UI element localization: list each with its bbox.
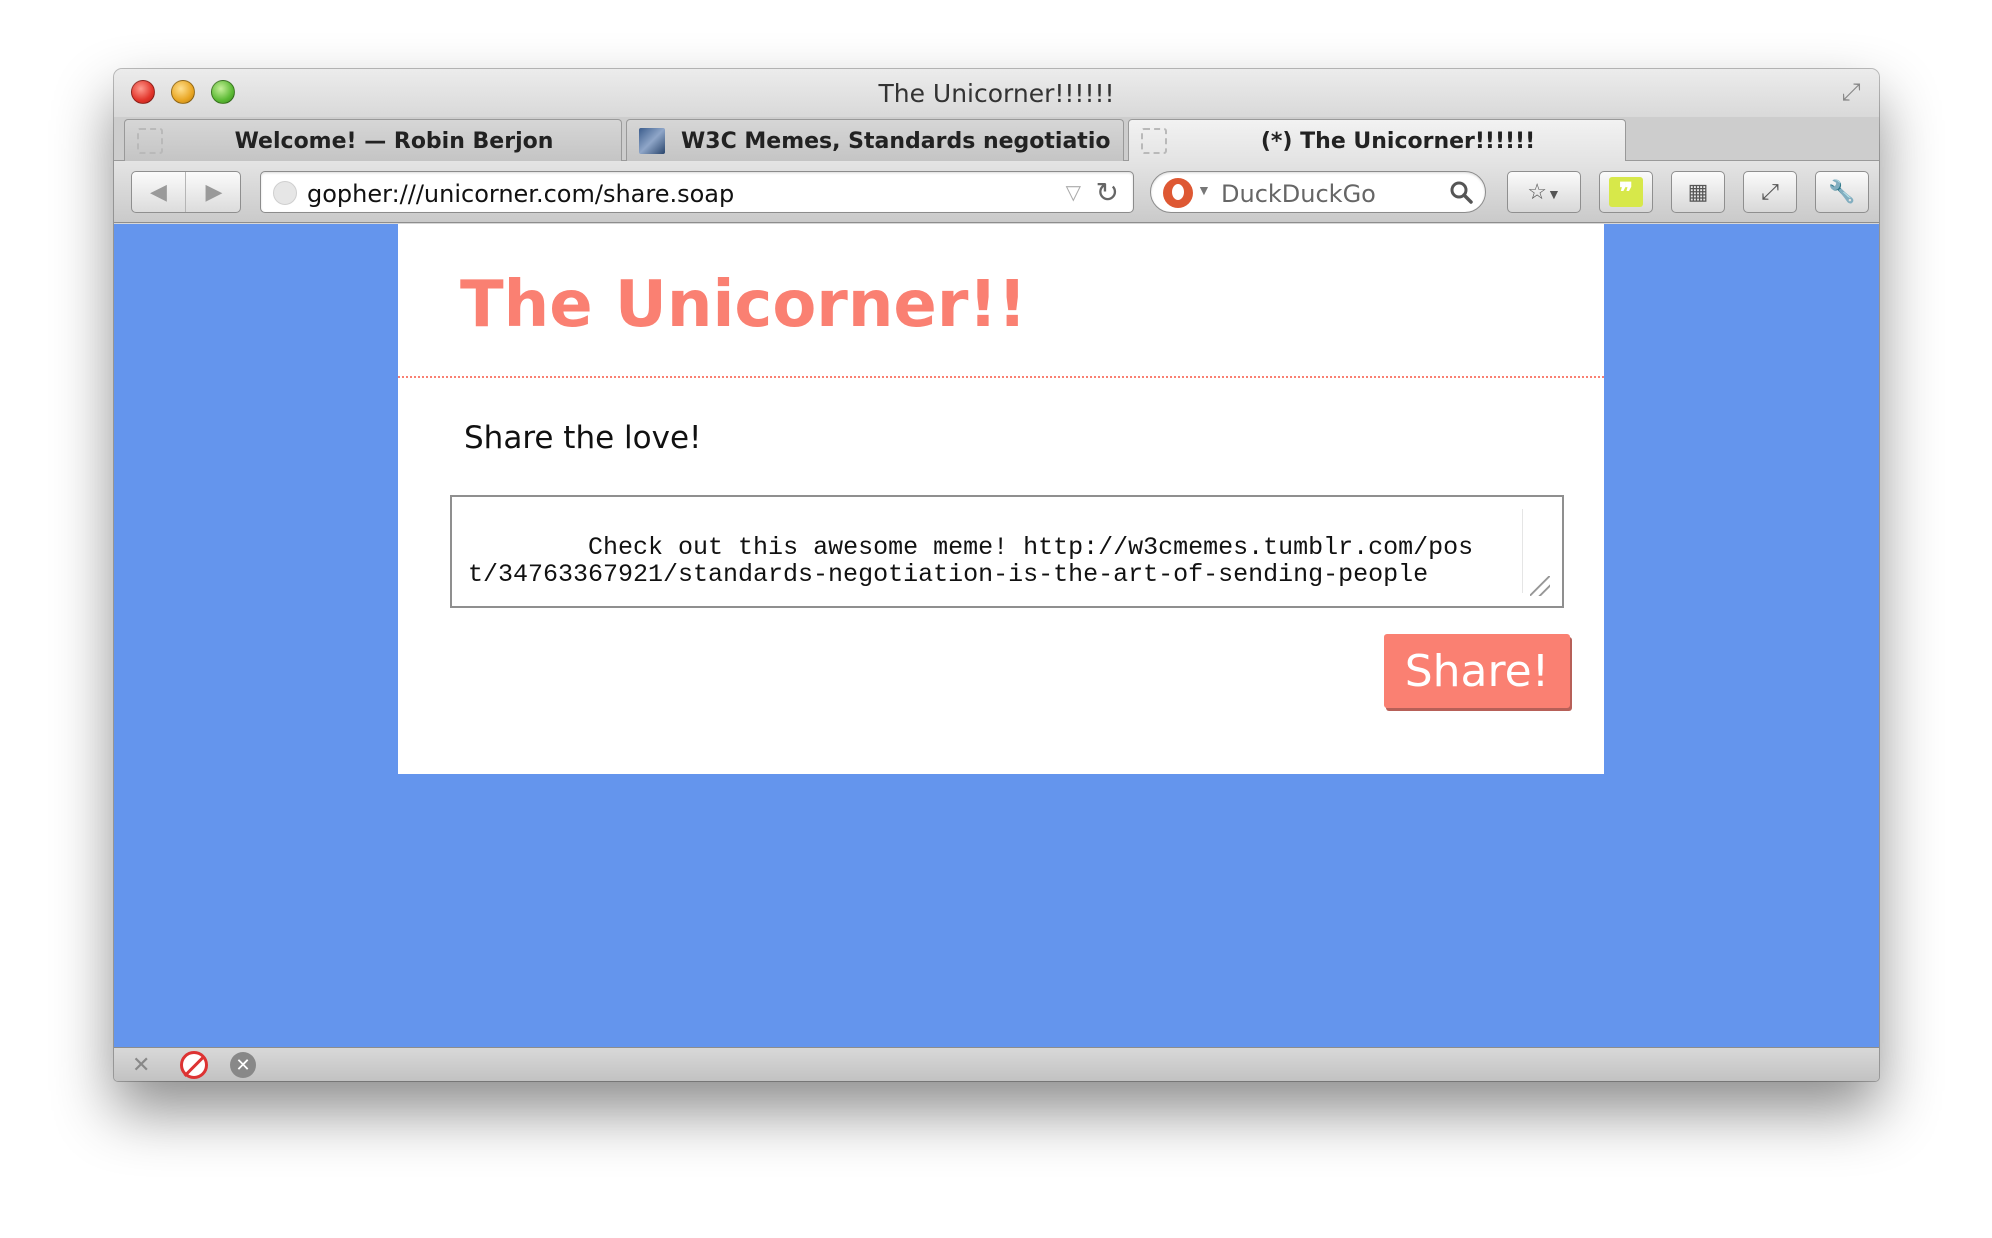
grid-icon: ▦ (1687, 179, 1709, 204)
search-placeholder[interactable]: DuckDuckGo (1221, 180, 1376, 208)
search-field[interactable]: ▼ DuckDuckGo (1150, 171, 1486, 213)
quote-icon: ❞ (1609, 177, 1643, 207)
bookmarks-button[interactable]: ☆▼ (1507, 171, 1581, 213)
tab-welcome[interactable]: Welcome! — Robin Berjon (124, 119, 622, 162)
expand-icon: ⤢ (1761, 179, 1779, 204)
chevron-down-icon[interactable]: ▽ (1066, 180, 1081, 205)
resize-handle-icon[interactable] (1530, 576, 1550, 596)
chevron-down-icon[interactable]: ▼ (1197, 182, 1211, 198)
globe-icon (273, 181, 297, 205)
settings-button[interactable]: 🔧 (1815, 171, 1869, 213)
page-viewport: The Unicorner!! Share the love! Check ou… (114, 224, 1879, 1047)
quote-extension-button[interactable]: ❞ (1599, 171, 1653, 213)
nav-buttons: ◀ ▶ (131, 171, 241, 213)
browser-window: The Unicorner!!!!!! ⤢ Welcome! — Robin B… (114, 69, 1879, 1081)
title-divider (398, 376, 1604, 378)
top-sites-button[interactable]: ▦ (1671, 171, 1725, 213)
stop-icon[interactable]: ✕ (230, 1052, 256, 1078)
toolbar: ◀ ▶ gopher:///unicorner.com/share.soap ▽… (114, 161, 1879, 223)
search-icon[interactable] (1449, 180, 1473, 204)
wrench-icon: 🔧 (1828, 179, 1856, 204)
reload-icon[interactable]: ↻ (1096, 176, 1119, 209)
tab-unicorner[interactable]: (*) The Unicorner!!!!!! (1128, 119, 1626, 163)
tab-label: (*) The Unicorner!!!!!! (1260, 129, 1536, 154)
forward-button[interactable]: ▶ (187, 172, 241, 212)
content-card: The Unicorner!! Share the love! Check ou… (398, 224, 1604, 774)
share-text[interactable]: Check out this awesome meme! http://w3cm… (468, 533, 1473, 589)
title-bar: The Unicorner!!!!!! ⤢ (114, 69, 1879, 117)
duckduckgo-icon[interactable] (1163, 178, 1193, 208)
tab-bar: Welcome! — Robin Berjon W3C Memes, Stand… (114, 117, 1879, 163)
noscript-icon[interactable] (180, 1051, 208, 1079)
star-icon: ☆ (1527, 179, 1547, 204)
status-bar: ✕ ✕ (114, 1047, 1879, 1081)
address-bar[interactable]: gopher:///unicorner.com/share.soap ▽ ↻ (260, 171, 1134, 213)
close-icon[interactable]: ✕ (132, 1052, 150, 1078)
share-heading: Share the love! (464, 420, 702, 456)
chevron-down-icon: ▼ (1546, 186, 1561, 202)
back-button[interactable]: ◀ (132, 172, 186, 212)
share-button[interactable]: Share! (1384, 634, 1570, 708)
url-text[interactable]: gopher:///unicorner.com/share.soap (307, 180, 734, 208)
window-title: The Unicorner!!!!!! (878, 79, 1115, 108)
tumblr-thumb-icon (639, 128, 665, 154)
share-textarea[interactable]: Check out this awesome meme! http://w3cm… (450, 495, 1564, 608)
tab-label: Welcome! — Robin Berjon (234, 129, 554, 154)
blank-page-icon (1141, 128, 1167, 154)
tab-label: W3C Memes, Standards negotiatio... (681, 129, 1111, 154)
expand-button[interactable]: ⤢ (1743, 171, 1797, 213)
site-title: The Unicorner!! (460, 268, 1027, 342)
blank-page-icon (137, 128, 163, 154)
tab-w3c-memes[interactable]: W3C Memes, Standards negotiatio... (626, 119, 1124, 162)
fullscreen-icon[interactable]: ⤢ (1837, 79, 1865, 107)
